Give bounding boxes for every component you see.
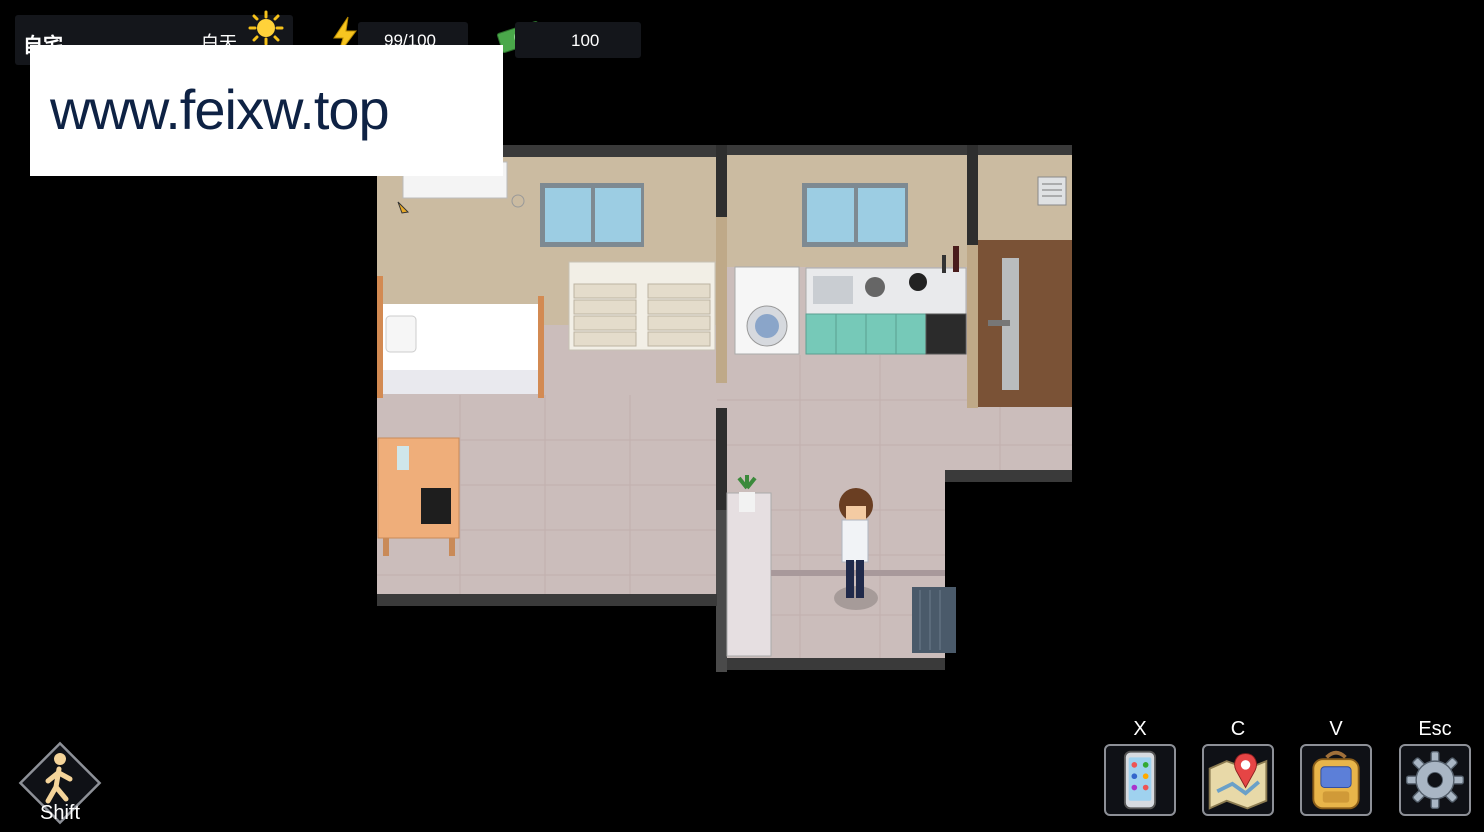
hotkey-label-settings: Esc xyxy=(1418,718,1452,740)
map-icon xyxy=(1208,753,1268,810)
shift-label: Shift xyxy=(39,802,81,824)
watermark-banner: www.feixw.top xyxy=(30,45,503,176)
backpack-icon xyxy=(1312,750,1360,810)
hotkey-label-backpack: V xyxy=(1329,718,1343,740)
phone-icon xyxy=(1123,750,1157,810)
watermark-text: www.feixw.top xyxy=(50,78,390,141)
sun-icon xyxy=(248,10,284,46)
money-panel: 100 xyxy=(515,22,641,58)
map-button[interactable] xyxy=(1202,744,1274,816)
hotkey-label-phone: X xyxy=(1133,718,1147,740)
money-value: 100 xyxy=(571,31,600,50)
settings-button[interactable] xyxy=(1399,744,1471,816)
gear-icon xyxy=(1405,750,1465,810)
backpack-button[interactable] xyxy=(1300,744,1372,816)
phone-button[interactable] xyxy=(1104,744,1176,816)
hotkey-label-map: C xyxy=(1230,718,1246,740)
